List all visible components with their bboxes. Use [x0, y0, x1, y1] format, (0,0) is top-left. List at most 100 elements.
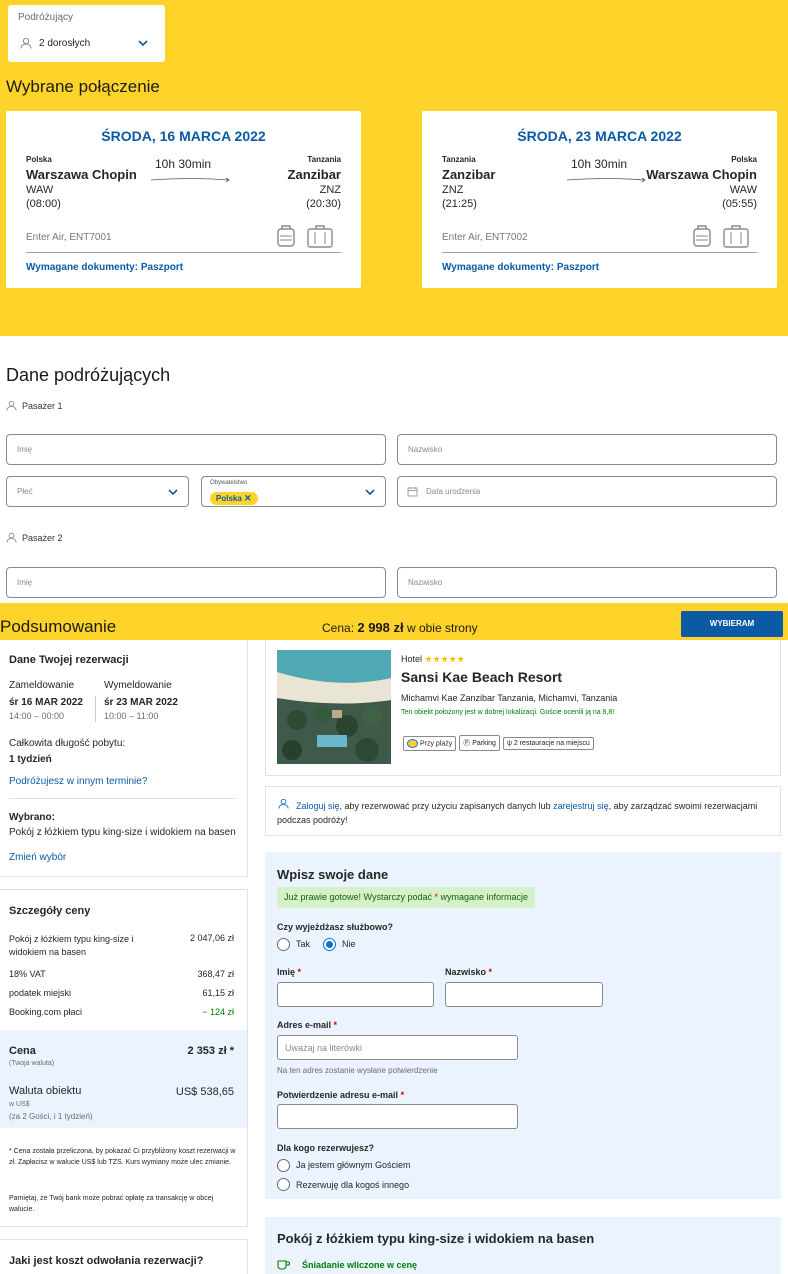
from-code: WAW: [26, 184, 54, 196]
summary-title: Podsumowanie: [0, 617, 117, 636]
total-label: Cena: [9, 1045, 36, 1057]
business-yes-radio[interactable]: [277, 938, 290, 951]
passenger-1-label: Pasażer 1: [22, 401, 63, 411]
chevron-down-icon[interactable]: [138, 39, 148, 47]
calendar-icon: [407, 486, 418, 497]
cancellation-title: Jaki jest koszt odwołania rezerwacji?: [9, 1255, 204, 1267]
total-sub: (Twoja waluta): [9, 1060, 55, 1067]
banner-text: Już prawie gotowe! Wystarczy podać: [284, 892, 435, 902]
hand-luggage-icon: [692, 224, 712, 248]
flight-duration: 10h 30min: [571, 157, 628, 171]
business-no-radio[interactable]: [323, 938, 336, 951]
to-time: (20:30): [306, 198, 341, 210]
login-text: Zaloguj się, aby rezerwować przy użyciu …: [277, 799, 772, 827]
price-row-label: podatek miejski: [9, 988, 72, 998]
email-confirm-label: Potwierdzenie adresu e-mail *: [277, 1090, 404, 1100]
choose-button[interactable]: WYBIERAM: [681, 611, 783, 637]
price-row-value: − 124 zł: [202, 1007, 234, 1017]
placeholder: Nazwisko: [408, 578, 443, 587]
person-icon: [6, 400, 17, 411]
email-input[interactable]: Uważaj na literówki: [277, 1035, 518, 1060]
business-no-label: Nie: [342, 939, 356, 949]
stay-label: Całkowita długość pobytu:: [9, 738, 126, 749]
other-dates-link[interactable]: Podróżujesz w innym terminie?: [9, 776, 147, 787]
register-link[interactable]: zarejestruj się: [553, 801, 609, 811]
from-country: Tanzania: [442, 155, 476, 164]
checkout-time: 10:00 – 11:00: [104, 711, 159, 721]
price-details-panel: Szczegóły ceny Pokój z łóżkiem typu king…: [0, 889, 248, 1227]
beach-tag: Przy plaży: [403, 735, 457, 751]
booking-title: Dane Twojej rezerwacji: [9, 654, 129, 666]
breakfast-included: Śniadanie wliczone w cenę: [302, 1260, 418, 1270]
citizenship-label: Obywatelstwo: [210, 480, 248, 486]
total-price: Cena: 2 998 zł w obie strony: [322, 620, 478, 635]
price-value: 2 998 zł: [357, 620, 404, 635]
last-name-input[interactable]: Nazwisko: [397, 567, 777, 598]
hotel-currency-sub: w US$: [9, 1101, 30, 1108]
gender-select[interactable]: Płeć: [6, 476, 189, 507]
passengers-title: Dane podróżujących: [6, 365, 171, 385]
hotel-currency-value: US$ 538,65: [175, 1086, 234, 1098]
bank-fee-note: Pamiętaj, że Twój bank może pobrać opłat…: [9, 1195, 214, 1213]
checkin-date: śr 16 MAR 2022: [9, 697, 83, 708]
birth-date-input[interactable]: Data urodzenia: [397, 476, 777, 507]
first-name-input[interactable]: Imię: [6, 567, 386, 598]
price-prefix: Cena:: [322, 621, 358, 635]
close-icon[interactable]: ✕: [244, 493, 252, 503]
required-star: *: [400, 1090, 405, 1100]
flight-card-outbound: ŚRODA, 16 MARCA 2022 Polska Warszawa Cho…: [6, 111, 361, 288]
hand-luggage-icon: [276, 224, 296, 248]
banner-text: wymagane informacje: [438, 892, 529, 902]
to-time: (05:55): [722, 198, 757, 210]
stay-value: 1 tydzień: [9, 754, 52, 765]
person-icon: [20, 37, 32, 49]
selected-value: Pokój z łóżkiem typu king-size i widokie…: [9, 827, 236, 838]
email-confirm-input[interactable]: [277, 1104, 518, 1129]
flight-number: Enter Air, ENT7002: [442, 232, 528, 243]
change-selection-link[interactable]: Zmień wybór: [9, 852, 66, 863]
selected-connection-title: Wybrane połączenie: [6, 77, 160, 96]
guest-first-name-input[interactable]: [277, 982, 434, 1007]
currency-note: * Cena została przeliczona, by pokazać C…: [9, 1148, 236, 1166]
last-name-input[interactable]: Nazwisko: [397, 434, 777, 465]
placeholder: Imię: [17, 445, 33, 454]
first-name-input[interactable]: Imię: [6, 434, 386, 465]
hotel-address: Michamvi Kae Zanzibar Tanzania, Michamvi…: [401, 693, 618, 703]
citizenship-chip[interactable]: Polska ✕: [210, 492, 258, 505]
selected-label: Wybrano:: [9, 812, 55, 823]
checked-baggage-icon: [722, 224, 750, 248]
flight-arrow-icon: [150, 177, 230, 183]
form-title: Wpisz swoje dane: [277, 867, 389, 882]
flight-duration: 10h 30min: [155, 157, 212, 171]
location-note: Ten obiekt położony jest w dobrej lokali…: [401, 709, 615, 716]
price-suffix: w obie strony: [403, 621, 478, 635]
to-city: Warszawa Chopin: [646, 167, 757, 182]
coffee-cup-icon: [277, 1259, 290, 1270]
placeholder: Nazwisko: [408, 445, 443, 454]
label-text: Nazwisko: [445, 967, 487, 977]
last-name-label: Nazwisko *: [445, 967, 492, 977]
tag-label: Parking: [472, 740, 496, 747]
guest-last-name-input[interactable]: [445, 982, 603, 1007]
chevron-down-icon: [168, 488, 178, 496]
someone-else-radio[interactable]: [277, 1178, 290, 1191]
hotel-name: Sansi Kae Beach Resort: [401, 669, 563, 685]
main-guest-label: Ja jestem głównym Gościem: [296, 1160, 411, 1170]
room-title: Pokój z łóżkiem typu king-size i widokie…: [277, 1231, 595, 1246]
to-country: Tanzania: [307, 155, 341, 164]
placeholder: Imię: [17, 578, 33, 587]
star-rating-icon: ★★★★★: [424, 654, 465, 664]
person-icon: [6, 532, 17, 543]
travellers-value: 2 dorosłych: [39, 38, 91, 49]
main-guest-radio[interactable]: [277, 1159, 290, 1172]
divider: [95, 696, 96, 722]
login-text-part: , aby rezerwować przy użyciu zapisanych …: [339, 801, 554, 811]
citizenship-select[interactable]: Obywatelstwo Polska ✕: [201, 476, 386, 507]
flight-number: Enter Air, ENT7001: [26, 232, 112, 243]
tag-label: 2 restauracje na miejscu: [513, 740, 590, 747]
label-text: Potwierdzenie adresu e-mail: [277, 1090, 399, 1100]
booking-details-panel: Dane Twojej rezerwacji Zameldowanie śr 1…: [0, 640, 248, 877]
placeholder: Data urodzenia: [426, 487, 481, 496]
login-link[interactable]: Zaloguj się: [296, 801, 340, 811]
email-label: Adres e-mail *: [277, 1020, 337, 1030]
